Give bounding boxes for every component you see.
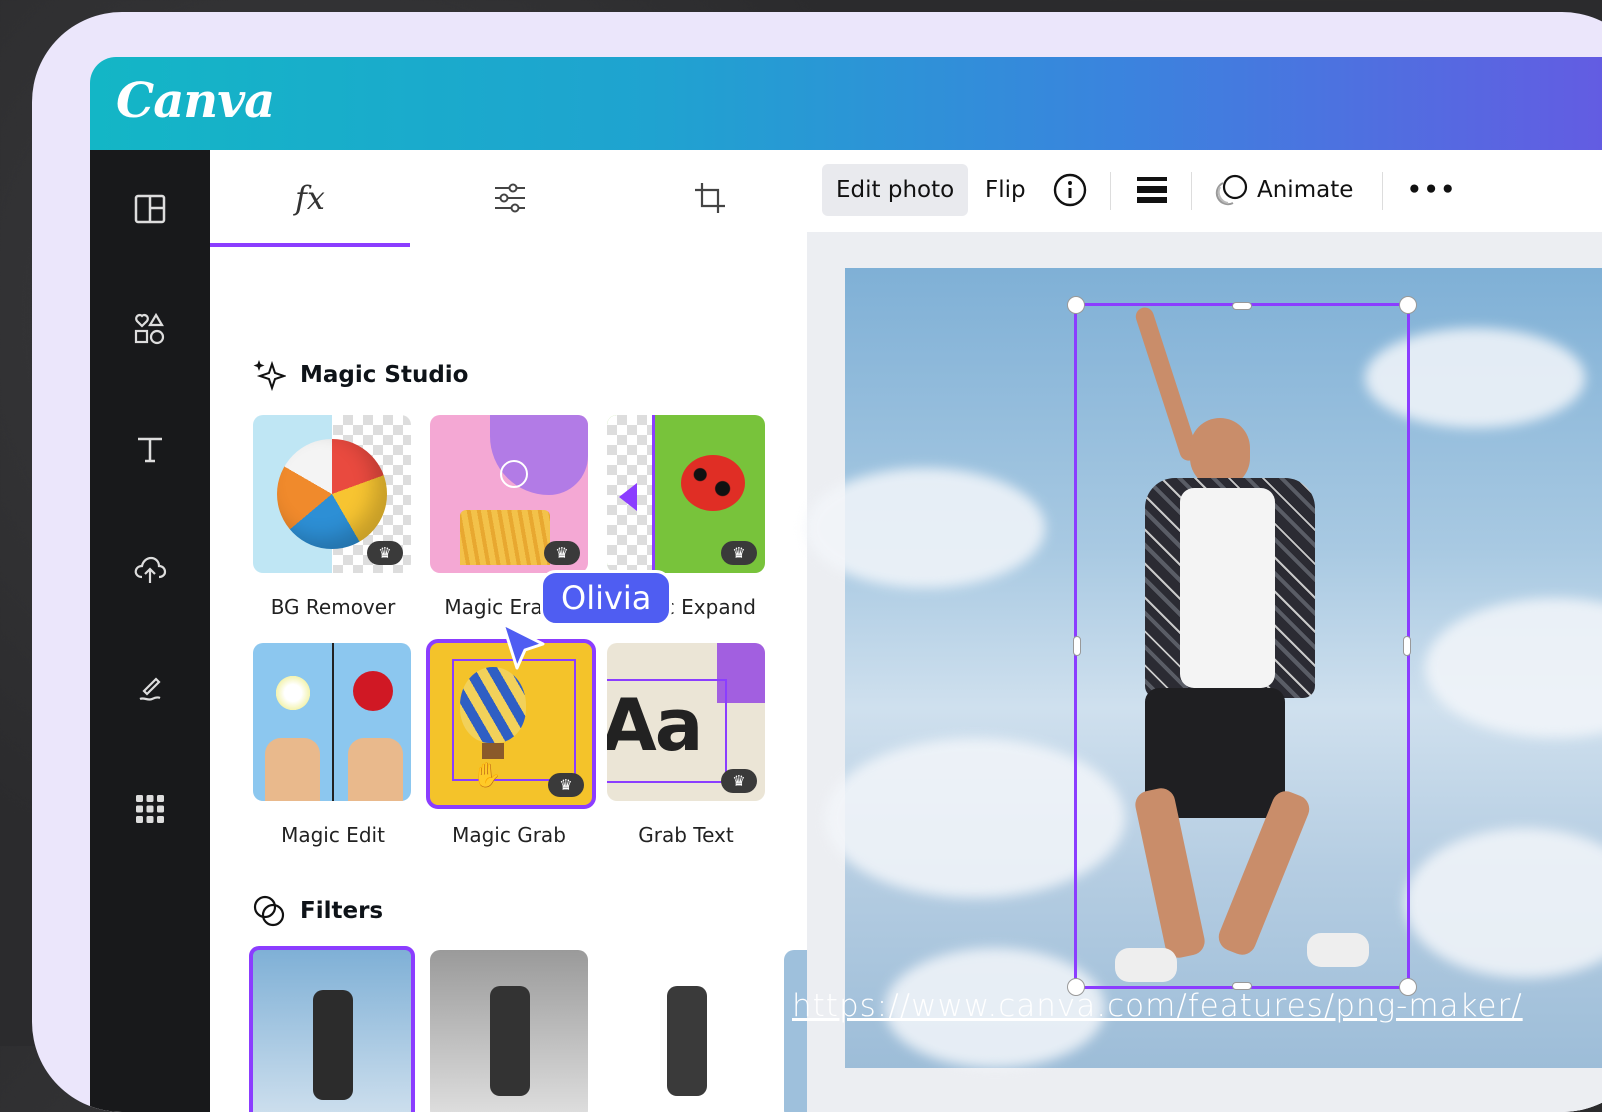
pro-crown-icon: ♛ (544, 541, 580, 565)
pro-crown-icon: ♛ (721, 769, 757, 793)
selection-box[interactable] (1067, 296, 1417, 996)
design-canvas (805, 232, 1602, 1112)
filter-thumb-cutout[interactable] (607, 950, 765, 1112)
bg-remover-tile[interactable]: ♛ (253, 415, 411, 573)
filters-title: Filters (300, 898, 384, 924)
resize-handle-top-left[interactable] (1067, 296, 1085, 314)
fries-image (460, 510, 550, 565)
sky-photo[interactable] (805, 268, 1602, 1068)
grab-hand-cursor-icon: ✋ (472, 761, 502, 789)
effects-icon: fx (295, 179, 325, 217)
resize-handle-top-right[interactable] (1399, 296, 1417, 314)
design-templates-icon[interactable] (126, 185, 174, 233)
collaborator-cursor (497, 622, 547, 676)
crop-icon (695, 183, 725, 213)
jumping-man-thumbnail (490, 986, 530, 1096)
adjust-sliders-icon (495, 183, 525, 213)
resize-handle-right[interactable] (1403, 636, 1411, 656)
hot-air-balloon-image (460, 667, 526, 743)
canva-logo[interactable]: Canva (116, 73, 275, 129)
animate-icon (1215, 174, 1248, 206)
tab-effects[interactable]: fx (210, 150, 410, 247)
magic-edit-label: Magic Edit (281, 823, 385, 847)
text-icon[interactable] (126, 425, 174, 473)
resize-handle-top[interactable] (1232, 302, 1252, 310)
toolbar-divider (1110, 172, 1111, 210)
edit-photo-button[interactable]: Edit photo (822, 164, 969, 216)
top-bar: Canva (90, 57, 1602, 150)
resize-handle-left[interactable] (1073, 636, 1081, 656)
grab-text-tile[interactable]: Aa ♛ (607, 643, 765, 801)
grab-text-label: Grab Text (638, 823, 734, 847)
panel-tabs: fx (210, 150, 807, 248)
tab-crop[interactable] (610, 150, 810, 246)
filter-thumb-original[interactable] (249, 946, 415, 1112)
info-icon[interactable] (1052, 164, 1088, 216)
magic-studio-heading: Magic Studio (252, 358, 468, 392)
context-toolbar: Edit photo Flip Animate ••• (807, 150, 1602, 233)
jumping-man-thumbnail (667, 986, 707, 1096)
pro-crown-icon: ♛ (721, 541, 757, 565)
more-options-icon[interactable]: ••• (1407, 164, 1457, 216)
pro-crown-icon: ♛ (548, 773, 584, 797)
magic-expand-tile[interactable]: ♛ (607, 415, 765, 573)
border-style-icon[interactable] (1135, 164, 1169, 216)
toolbar-divider (1382, 172, 1383, 210)
magic-studio-title: Magic Studio (300, 362, 469, 388)
pro-crown-icon: ♛ (367, 541, 403, 565)
filters-icon (253, 895, 285, 927)
flip-button[interactable]: Flip (985, 164, 1026, 216)
beach-ball-image (277, 439, 387, 549)
animate-label: Animate (1257, 177, 1354, 203)
device-frame: Canva fx Magic Studio ♛ BG Remover ♛ Mag… (32, 12, 1602, 1112)
canva-editor-window: Canva fx Magic Studio ♛ BG Remover ♛ Mag… (90, 57, 1602, 1112)
tab-adjust[interactable] (410, 150, 610, 246)
draw-icon[interactable] (126, 665, 174, 713)
rose-image (353, 671, 393, 711)
apps-grid-icon[interactable] (126, 785, 174, 833)
filter-thumb-bw[interactable] (430, 950, 588, 1112)
flowers-image (273, 673, 313, 713)
bg-remover-label: BG Remover (270, 595, 396, 619)
sparkle-icon (253, 360, 286, 392)
source-url[interactable]: https://www.canva.com/features/png-maker… (792, 988, 1523, 1024)
elements-icon[interactable] (126, 305, 174, 353)
collaborator-name-tag: Olivia (540, 570, 673, 626)
magic-eraser-tile[interactable]: ♛ (430, 415, 588, 573)
toolbar-divider (1191, 172, 1192, 210)
filters-heading: Filters (252, 894, 383, 928)
ladybug-image (681, 455, 745, 511)
uploads-icon[interactable] (126, 545, 174, 593)
magic-grab-label: Magic Grab (452, 823, 566, 847)
jumping-man-thumbnail (313, 990, 353, 1100)
side-rail (90, 150, 210, 1112)
magic-edit-tile[interactable] (253, 643, 411, 801)
animate-button[interactable]: Animate (1215, 164, 1353, 216)
